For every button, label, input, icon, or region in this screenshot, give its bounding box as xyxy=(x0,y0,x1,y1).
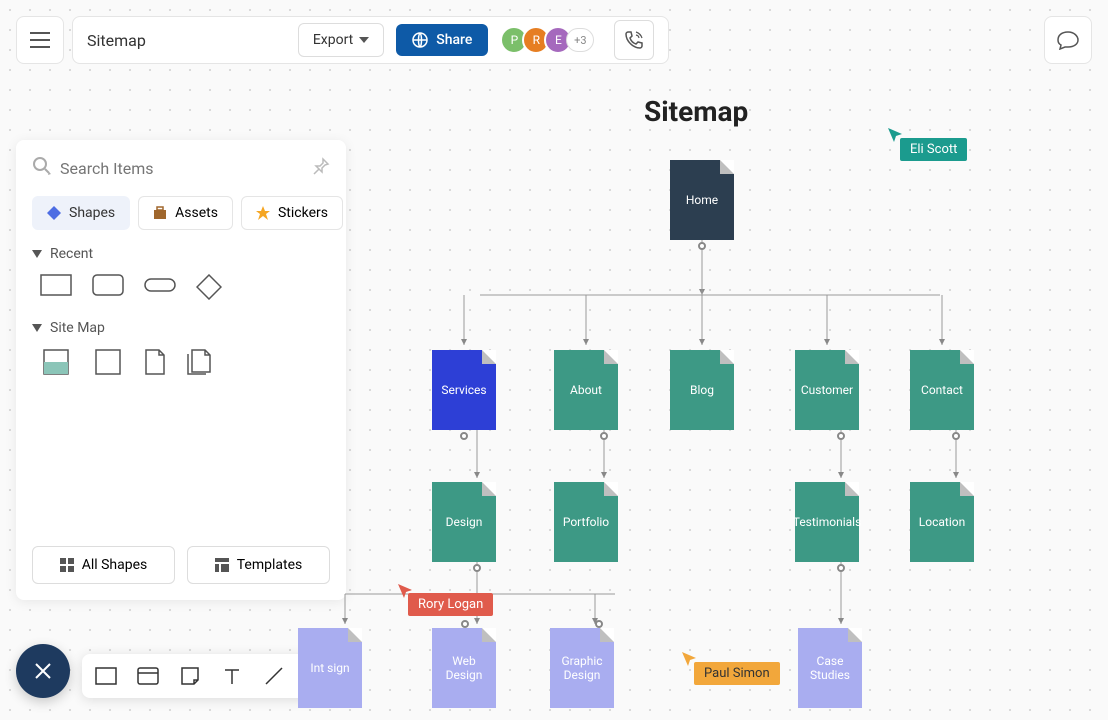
shape-docs[interactable] xyxy=(186,348,212,376)
shape-doc[interactable] xyxy=(144,348,166,376)
all-shapes-button[interactable]: All Shapes xyxy=(32,546,175,584)
tool-rectangle[interactable] xyxy=(92,662,120,690)
template-icon xyxy=(215,558,229,572)
node-case-studies[interactable]: Case Studies xyxy=(798,628,862,708)
tab-assets[interactable]: Assets xyxy=(138,196,233,230)
node-location[interactable]: Location xyxy=(910,482,974,562)
cursor-rory: Rory Logan xyxy=(408,593,493,616)
connection-handle[interactable] xyxy=(600,432,608,440)
templates-button[interactable]: Templates xyxy=(187,546,330,584)
connection-handle[interactable] xyxy=(595,620,603,628)
section-sitemap[interactable]: Site Map xyxy=(32,320,330,336)
diamond-icon xyxy=(47,206,61,220)
shape-page-outline[interactable] xyxy=(92,348,124,376)
shapes-panel: Shapes Assets Stickers Recent Site Map A xyxy=(16,140,346,600)
tool-note[interactable] xyxy=(176,662,204,690)
connection-handle[interactable] xyxy=(473,564,481,572)
close-icon xyxy=(34,662,52,680)
hamburger-icon xyxy=(30,32,50,48)
shape-rounded-rect[interactable] xyxy=(92,274,124,296)
phone-icon xyxy=(624,30,644,50)
connection-handle[interactable] xyxy=(460,432,468,440)
shape-pill[interactable] xyxy=(144,274,176,296)
shape-page-filled[interactable] xyxy=(40,348,72,376)
connection-handle[interactable] xyxy=(698,242,706,250)
chevron-down-icon xyxy=(359,37,369,43)
node-customer[interactable]: Customer xyxy=(795,350,859,430)
export-button[interactable]: Export xyxy=(298,23,384,57)
section-recent[interactable]: Recent xyxy=(32,246,330,262)
connection-handle[interactable] xyxy=(952,432,960,440)
tab-shapes[interactable]: Shapes xyxy=(32,196,130,230)
shape-rectangle[interactable] xyxy=(40,274,72,296)
shape-diamond[interactable] xyxy=(196,274,222,300)
comment-button[interactable] xyxy=(1044,16,1092,64)
call-button[interactable] xyxy=(614,20,654,60)
connection-handle[interactable] xyxy=(837,432,845,440)
menu-button[interactable] xyxy=(16,16,64,64)
node-testimonials[interactable]: Testimonials xyxy=(795,482,859,562)
document-toolbar: Sitemap Export Share P R E +3 xyxy=(72,16,669,64)
connection-handle[interactable] xyxy=(461,620,469,628)
node-home[interactable]: Home xyxy=(670,160,734,240)
chat-icon xyxy=(1057,30,1079,50)
pin-icon[interactable] xyxy=(312,157,330,179)
collapse-icon xyxy=(32,250,42,258)
briefcase-icon xyxy=(153,206,167,220)
canvas-title: Sitemap xyxy=(644,95,748,128)
node-graphic-design[interactable]: Graphic Design xyxy=(550,628,614,708)
grid-icon xyxy=(60,558,74,572)
close-fab[interactable] xyxy=(16,644,70,698)
node-portfolio[interactable]: Portfolio xyxy=(554,482,618,562)
globe-icon xyxy=(412,32,428,48)
tool-text[interactable] xyxy=(218,662,246,690)
node-contact[interactable]: Contact xyxy=(910,350,974,430)
star-icon xyxy=(256,206,270,220)
node-web-design[interactable]: Web Design xyxy=(432,628,496,708)
cursor-paul: Paul Simon xyxy=(694,662,780,685)
document-title[interactable]: Sitemap xyxy=(87,31,286,50)
collaborator-avatars: P R E +3 xyxy=(506,26,594,54)
node-design[interactable]: Design xyxy=(432,482,496,562)
node-blog[interactable]: Blog xyxy=(670,350,734,430)
search-input[interactable] xyxy=(60,159,304,178)
cursor-eli: Eli Scott xyxy=(900,138,967,161)
node-about[interactable]: About xyxy=(554,350,618,430)
tool-line[interactable] xyxy=(260,662,288,690)
avatar-overflow[interactable]: +3 xyxy=(566,28,594,52)
node-services[interactable]: Services xyxy=(432,350,496,430)
connection-handle[interactable] xyxy=(837,564,845,572)
node-int-design[interactable]: Int sign xyxy=(298,628,362,708)
share-button[interactable]: Share xyxy=(396,24,488,56)
tab-stickers[interactable]: Stickers xyxy=(241,196,343,230)
search-icon xyxy=(32,156,52,180)
tool-card[interactable] xyxy=(134,662,162,690)
collapse-icon xyxy=(32,324,42,332)
